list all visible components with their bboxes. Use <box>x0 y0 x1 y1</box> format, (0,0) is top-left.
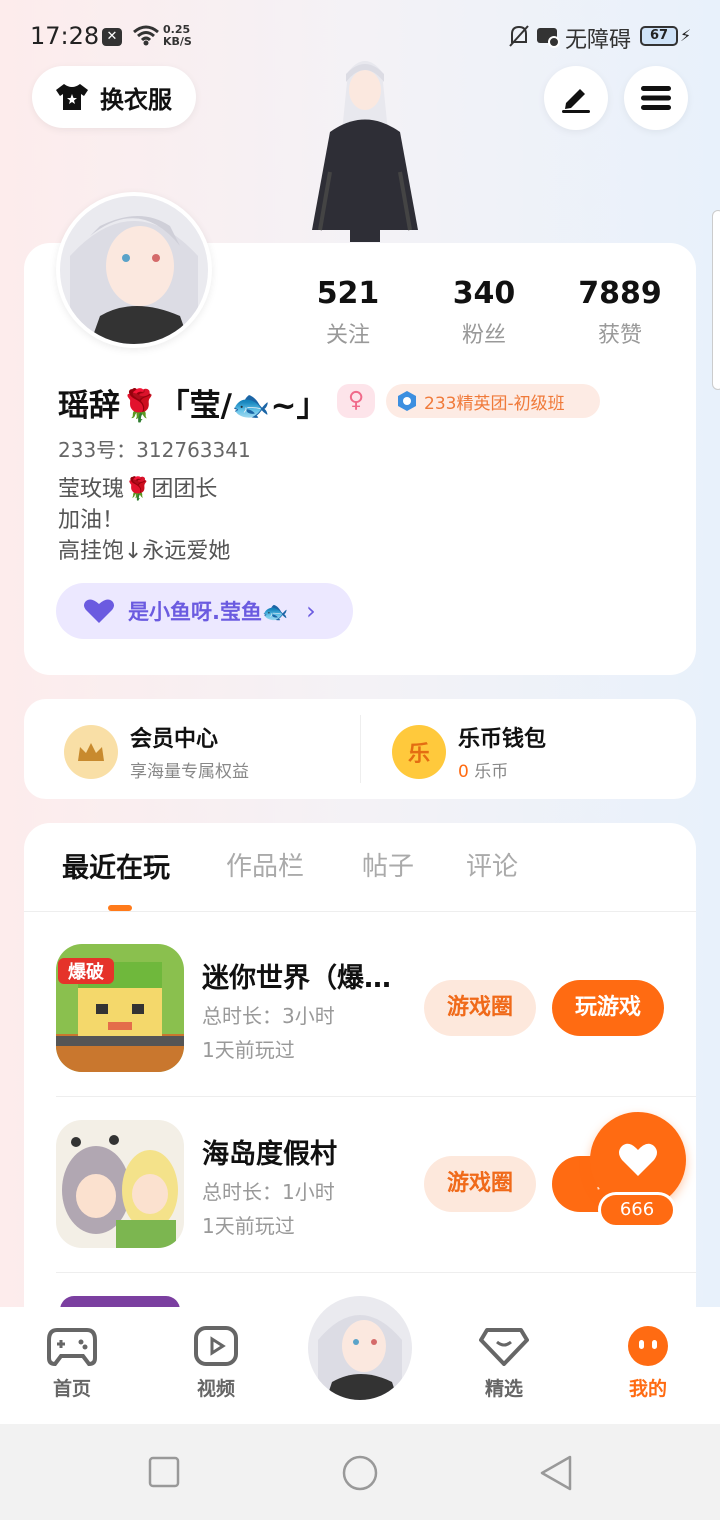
tab-recent-games[interactable]: 最近在玩 <box>62 846 170 885</box>
female-icon: ♀ <box>337 384 375 418</box>
mine-face-icon <box>628 1326 668 1366</box>
member-center-title: 会员中心 <box>130 727 219 752</box>
nav-home[interactable]: 首页 <box>32 1326 112 1401</box>
member-center[interactable]: 会员中心 享海量专属权益 <box>64 721 249 782</box>
featured-heart-icon <box>479 1328 529 1366</box>
avatar-character-illustration[interactable] <box>300 52 430 242</box>
side-drawer-handle[interactable] <box>712 210 720 390</box>
fan-club-label: 是小鱼呀.莹鱼🐟 <box>128 600 289 624</box>
stat-likes[interactable]: 7889 获赞 <box>560 276 680 349</box>
avatar-image <box>60 196 208 344</box>
avatar-image <box>308 1296 412 1400</box>
game-title: 海岛度假村 <box>202 1139 337 1170</box>
notification-icon: ✕ <box>102 28 122 46</box>
team-badge-label: 233精英团-初级班 <box>424 393 565 414</box>
system-nav-bar <box>0 1424 720 1520</box>
game-duration: 总时长：1小时 <box>202 1180 335 1204</box>
game-duration: 总时长：3小时 <box>202 1004 335 1028</box>
wardrobe-button[interactable]: 换衣服 <box>32 66 196 128</box>
heart-icon <box>84 599 114 623</box>
back-triangle-icon[interactable] <box>538 1454 574 1492</box>
menu-button[interactable] <box>624 66 688 130</box>
game-last-played: 1天前玩过 <box>202 1214 295 1238</box>
shirt-icon <box>56 84 88 110</box>
wardrobe-label: 换衣服 <box>100 85 172 114</box>
vip-card: 会员中心 享海量专属权益 乐 乐币钱包 0 乐币 <box>24 699 696 799</box>
team-badge[interactable]: 233精英团-初级班 <box>386 384 600 418</box>
edit-button[interactable] <box>544 66 608 130</box>
game-icon[interactable]: 爆破 <box>56 944 184 1072</box>
chevron-right-icon: › <box>306 597 316 625</box>
menu-icon <box>641 86 671 110</box>
divider <box>360 715 361 783</box>
nav-video[interactable]: 视频 <box>176 1326 256 1401</box>
tab-works[interactable]: 作品栏 <box>226 846 304 883</box>
message-icon <box>537 28 560 48</box>
nav-featured[interactable]: 精选 <box>464 1326 544 1401</box>
crown-icon <box>64 724 118 779</box>
wifi-icon <box>133 25 159 46</box>
pen-icon <box>562 89 590 113</box>
accessibility-label: 无障碍 <box>565 28 632 53</box>
recent-apps-icon[interactable] <box>148 1456 180 1488</box>
wallet-balance: 0 乐币 <box>458 762 509 782</box>
gamepad-icon <box>47 1328 97 1367</box>
divider <box>56 1272 696 1273</box>
fan-club-pill[interactable]: 是小鱼呀.莹鱼🐟 › <box>56 583 353 639</box>
avatar[interactable] <box>56 192 212 348</box>
nav-avatar-button[interactable] <box>304 1292 416 1404</box>
charging-icon: ⚡ <box>680 26 692 45</box>
list-item[interactable]: 爆破 迷你世界（爆… 总时长：3小时 1天前玩过 游戏圈 玩游戏 <box>24 924 696 1100</box>
wallet[interactable]: 乐 乐币钱包 0 乐币 <box>392 721 546 782</box>
video-icon <box>194 1326 238 1366</box>
game-icon-label: 爆破 <box>68 961 104 983</box>
heart-icon <box>619 1143 657 1176</box>
tab-posts[interactable]: 帖子 <box>362 846 414 883</box>
status-time: 17:28 <box>30 22 100 50</box>
bell-muted-icon <box>509 25 529 47</box>
wallet-title: 乐币钱包 <box>458 727 547 752</box>
user-id: 233号：312763341 <box>58 438 251 462</box>
badge-icon <box>398 391 416 411</box>
game-last-played: 1天前玩过 <box>202 1038 295 1062</box>
game-circle-button[interactable]: 游戏圈 <box>424 980 536 1036</box>
stat-followers[interactable]: 340 粉丝 <box>424 276 544 349</box>
nav-mine[interactable]: 我的 <box>608 1326 688 1401</box>
username: 瑶辞🌹「莹/🐟~」 <box>58 388 328 424</box>
game-circle-button[interactable]: 游戏圈 <box>424 1156 536 1212</box>
bio: 莹玫瑰🌹团团长 加油！ 高挂饱↓永远爱她 <box>58 477 231 564</box>
home-circle-icon[interactable] <box>341 1454 379 1492</box>
like-count: 666 <box>598 1192 676 1228</box>
stat-following[interactable]: 521 关注 <box>288 276 408 349</box>
coin-icon: 乐 <box>392 724 446 779</box>
net-speed: 0.25 KB/S <box>163 23 192 48</box>
divider <box>24 911 696 912</box>
list-item[interactable]: 海岛度假村 总时长：1小时 1天前玩过 游戏圈 玩 <box>24 1100 696 1276</box>
tab-comments[interactable]: 评论 <box>466 846 518 883</box>
member-center-sub: 享海量专属权益 <box>130 762 249 782</box>
divider <box>56 1096 696 1097</box>
game-icon[interactable] <box>56 1120 184 1248</box>
battery-icon: 67 <box>640 26 678 46</box>
play-game-button[interactable]: 玩游戏 <box>552 980 664 1036</box>
game-title: 迷你世界（爆… <box>202 963 391 994</box>
